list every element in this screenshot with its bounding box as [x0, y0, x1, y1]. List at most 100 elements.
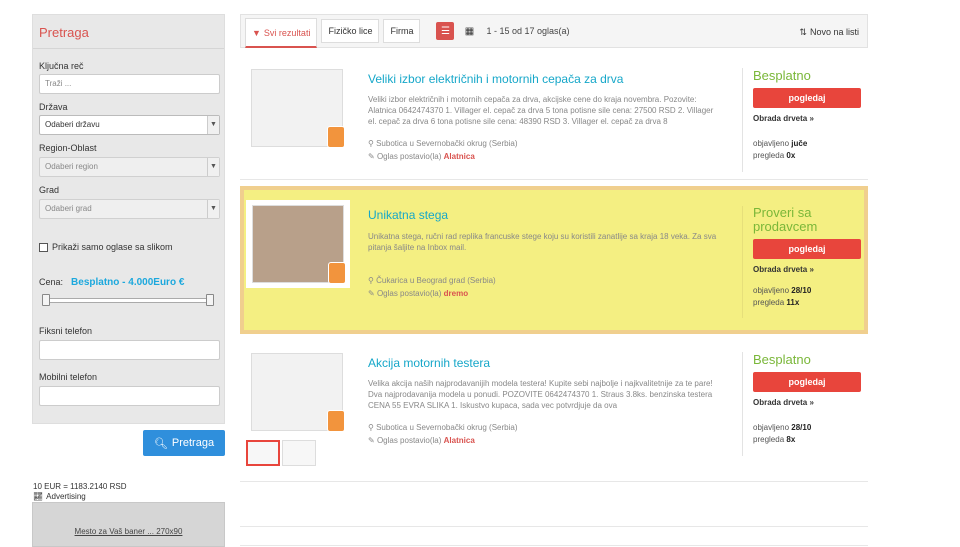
location-text: Čukarica u Beograd grad (Serbia) [376, 276, 496, 285]
views-value: 11x [786, 298, 800, 307]
city-select[interactable]: Odaberi grad ▼ [39, 199, 220, 219]
grid-icon: ▦ [464, 25, 475, 37]
region-label: Region-Oblast [39, 143, 97, 153]
listing-side: Besplatno pogledaj Obrada drveta » objav… [742, 352, 861, 456]
view-button[interactable]: pogledaj [753, 372, 861, 392]
published-date: objavljeno 28/10 [753, 423, 860, 432]
advertising-label: Advertising [46, 492, 86, 501]
advertising-heading: 📈︎ Advertising [33, 492, 86, 501]
sort-label: Novo na listi [809, 27, 859, 37]
region-value: Odaberi region [45, 162, 98, 171]
category-link[interactable]: Obrada drveta » [753, 265, 860, 274]
listing-price: Besplatno [753, 68, 811, 83]
country-select[interactable]: Odaberi državu ▼ [39, 115, 220, 135]
tab-all-results[interactable]: ▼ Svi rezultati [245, 18, 318, 48]
fixed-phone-input[interactable] [39, 340, 220, 360]
photos-only-label: Prikaži samo oglase sa slikom [52, 242, 173, 252]
price-range-value: Besplatno - 4.000Euro € [71, 277, 185, 288]
listing-title[interactable]: Unikatna stega [368, 208, 448, 222]
gallery-thumb-2[interactable] [282, 440, 316, 466]
listing-price: Besplatno [753, 352, 811, 367]
chevron-down-icon: ▼ [207, 116, 219, 134]
listing-poster: ✎ Oglas postavio(la) Alatnica [368, 152, 475, 161]
posted-by-label: Oglas postavio(la) [376, 436, 442, 445]
listing-title[interactable]: Veliki izbor električnih i motornih cepa… [368, 72, 623, 86]
checkbox-box[interactable] [39, 242, 48, 252]
ad-banner[interactable]: Mesto za Vaš baner ... 270x90 [32, 502, 225, 547]
list-icon: ☰ [440, 25, 450, 37]
listing-thumbnail[interactable] [245, 64, 349, 152]
seller-badge-icon [327, 126, 345, 148]
view-count: pregleda 0x [753, 151, 860, 160]
listing-item[interactable]: Akcija motornih testera Velika akcija na… [240, 342, 868, 482]
chevron-down-icon: ▼ [207, 158, 219, 176]
listing-thumbnail[interactable] [245, 348, 349, 436]
exchange-rate: 10 EUR = 1183.2140 RSD [33, 482, 127, 491]
search-button[interactable]: 🔍︎ Pretraga [143, 430, 225, 456]
tab-individual[interactable]: Fizičko lice [321, 19, 380, 43]
listing-item[interactable] [240, 526, 868, 546]
views-value: 8x [786, 435, 796, 444]
banner-link[interactable]: Mesto za Vaš baner ... 270x90 [75, 527, 183, 536]
category-text: Obrada drveta [753, 114, 808, 123]
price-slider-max-handle[interactable] [206, 294, 214, 306]
poster-link[interactable]: Alatnica [444, 152, 475, 161]
city-label: Grad [39, 185, 60, 195]
listing-item[interactable]: Veliki izbor električnih i motornih cepa… [240, 58, 868, 180]
view-count: pregleda 8x [753, 435, 860, 444]
keyword-input[interactable]: Traži ... [39, 74, 220, 94]
search-icon: 🔍︎ [153, 437, 168, 450]
price-slider-min-handle[interactable] [42, 294, 50, 306]
listing-price: Proveri sa prodavcem [753, 205, 818, 234]
views-value: 0x [786, 151, 796, 160]
listing-location: ⚲ Subotica u Severnobački okrug (Serbia) [368, 423, 518, 432]
country-label: Država [39, 102, 68, 112]
category-link[interactable]: Obrada drveta » [753, 114, 860, 123]
listing-poster: ✎ Oglas postavio(la) dremo [368, 289, 468, 298]
filter-icon: ▼ [252, 27, 261, 38]
published-date: objavljeno 28/10 [753, 286, 860, 295]
poster-link[interactable]: Alatnica [444, 436, 475, 445]
listing-side: Besplatno pogledaj Obrada drveta » objav… [742, 68, 861, 172]
search-button-label: Pretraga [171, 437, 215, 449]
chart-line-icon: 📈︎ [33, 492, 44, 501]
chevron-right-icon: » [809, 114, 814, 123]
published-value: 28/10 [791, 423, 812, 432]
tab-all-label: Svi rezultati [263, 27, 311, 38]
price-filter: Cena: Besplatno - 4.000Euro € [39, 277, 184, 288]
location-text: Subotica u Severnobački okrug (Serbia) [376, 139, 518, 148]
posted-by-label: Oglas postavio(la) [376, 152, 442, 161]
map-pin-icon: ⚲ [368, 423, 374, 432]
pencil-icon: ✎ [368, 152, 375, 161]
photos-only-checkbox[interactable]: Prikaži samo oglase sa slikom [39, 242, 173, 252]
category-text: Obrada drveta [753, 265, 808, 274]
tab-company-label: Firma [390, 26, 414, 36]
sort-dropdown[interactable]: ⇅ Novo na listi [799, 27, 859, 38]
city-value: Odaberi grad [45, 204, 92, 213]
seller-badge-icon [328, 262, 346, 284]
poster-link[interactable]: dremo [444, 289, 468, 298]
listing-thumbnail[interactable] [246, 200, 350, 288]
published-label: objavljeno [753, 139, 790, 148]
sort-icon: ⇅ [799, 27, 807, 37]
listing-description: Veliki izbor električnih i motornih cepa… [368, 95, 714, 126]
search-sidebar: Pretraga Ključna reč Traži ... Država Od… [32, 14, 225, 424]
chevron-right-icon: » [809, 265, 814, 274]
tab-company[interactable]: Firma [383, 19, 421, 43]
pencil-icon: ✎ [368, 436, 375, 445]
list-view-button[interactable]: ☰ [436, 22, 455, 40]
result-count: 1 - 15 od 17 oglas(a) [486, 26, 570, 36]
price-slider[interactable] [42, 294, 214, 306]
view-button[interactable]: pogledaj [753, 88, 861, 108]
gallery-thumb-1[interactable] [246, 440, 280, 466]
grid-view-button[interactable]: ▦ [460, 22, 478, 40]
view-button[interactable]: pogledaj [753, 239, 861, 259]
tab-individual-label: Fizičko lice [328, 26, 373, 36]
published-date: objavljeno juče [753, 139, 860, 148]
mobile-phone-input[interactable] [39, 386, 220, 406]
category-link[interactable]: Obrada drveta » [753, 398, 860, 407]
map-pin-icon: ⚲ [368, 276, 374, 285]
region-select[interactable]: Odaberi region ▼ [39, 157, 220, 177]
listing-title[interactable]: Akcija motornih testera [368, 356, 490, 370]
featured-listing-item[interactable]: Unikatna stega Unikatna stega, ručni rad… [240, 186, 868, 334]
